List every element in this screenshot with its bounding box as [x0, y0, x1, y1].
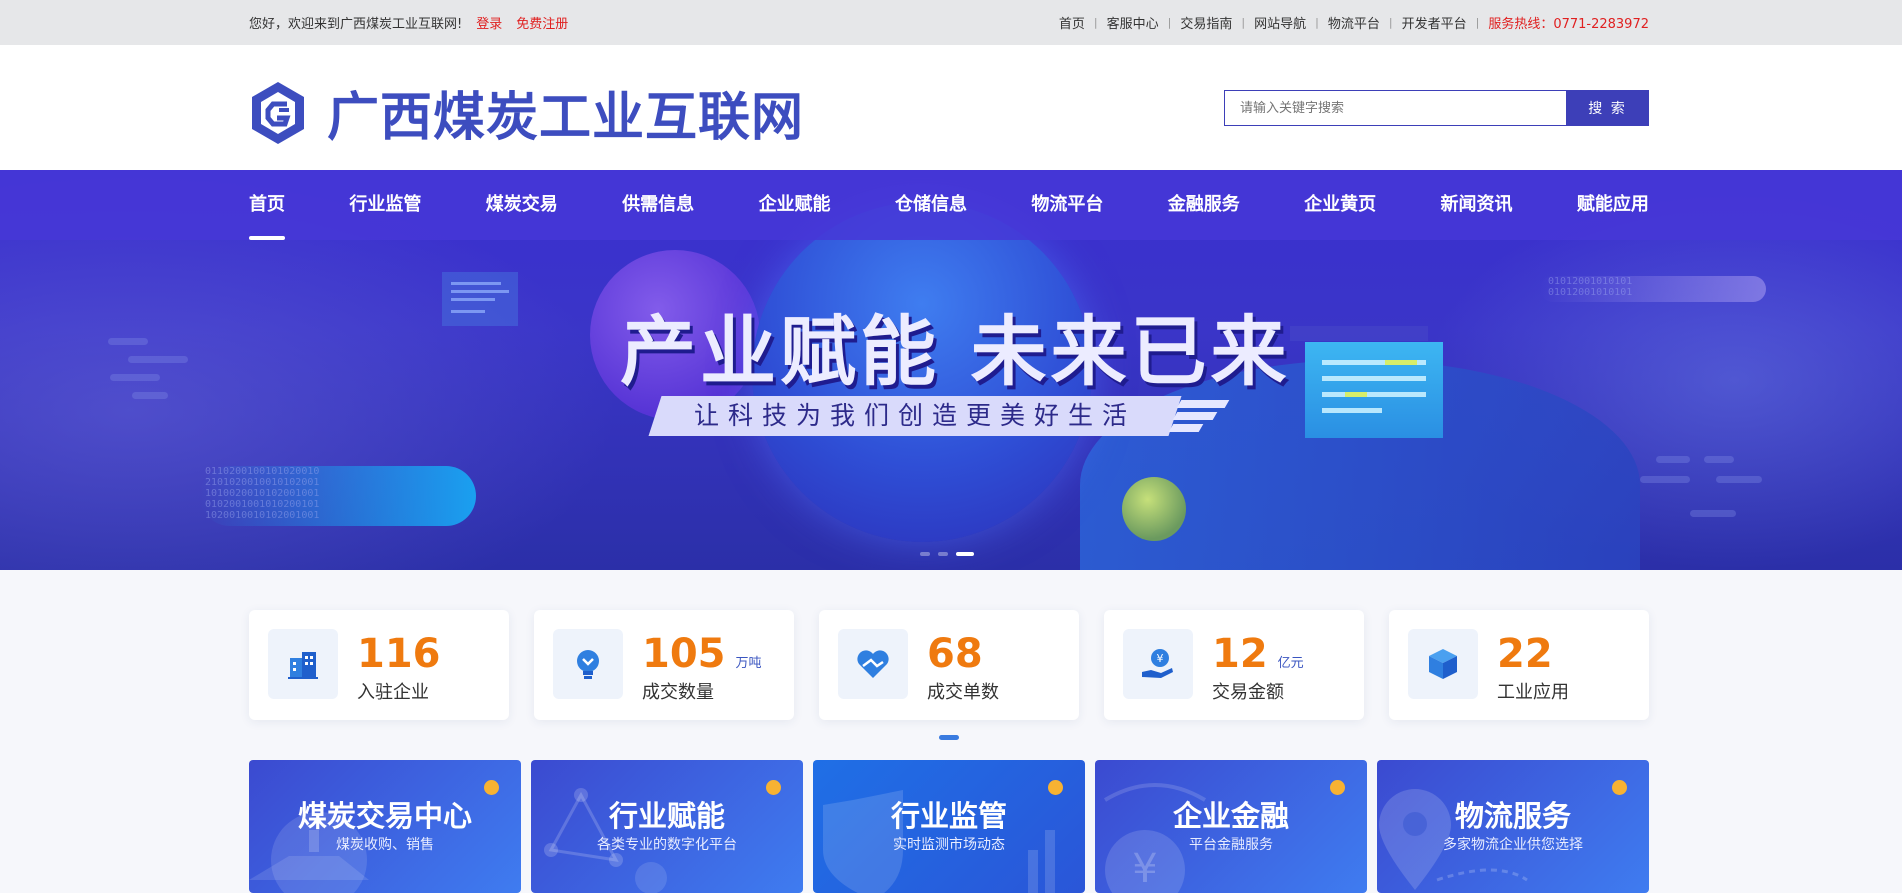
card-title: 行业赋能 [608, 799, 725, 833]
top-links: 首页 | 客服中心 | 交易指南 | 网站导航 | 物流平台 | 开发者平台 | 服务热线：… [1059, 13, 1649, 32]
search-button[interactable]: 搜 索 [1566, 90, 1649, 126]
top-link-logistics[interactable]: 物流平台 [1328, 13, 1380, 32]
stat-value: 68 [927, 631, 983, 677]
stat-label: 工业应用 [1497, 682, 1569, 703]
welcome-text: 您好，欢迎来到广西煤炭工业互联网! [249, 17, 463, 32]
card-subtitle: 煤炭收购、销售 [336, 837, 434, 853]
stat-label: 成交单数 [927, 682, 999, 703]
nav-item-yellow-pages[interactable]: 企业黄页 [1304, 170, 1376, 240]
card-subtitle: 各类专业的数字化平台 [597, 837, 737, 853]
stat-card: 116 入驻企业 [249, 610, 509, 720]
nav-item-warehouse[interactable]: 仓储信息 [895, 170, 967, 240]
card-industry-empower[interactable]: 行业赋能 各类专业的数字化平台 [531, 760, 803, 893]
lightbulb-icon [553, 629, 623, 699]
top-link-developer[interactable]: 开发者平台 [1402, 13, 1467, 32]
hero-banner[interactable]: 0110200100101020010 2101020010010102001 10… [0, 170, 1902, 570]
top-bar: 您好，欢迎来到广西煤炭工业互联网! 登录 免费注册 首页 | 客服中心 | 交易指南… [0, 0, 1902, 45]
search-box: 搜 索 [1224, 90, 1649, 126]
nav-item-regulation[interactable]: 行业监管 [349, 170, 421, 240]
banner-data-panel [1305, 342, 1443, 438]
register-link[interactable]: 免费注册 [516, 13, 568, 32]
nav-item-finance[interactable]: 金融服务 [1168, 170, 1240, 240]
building-icon [268, 629, 338, 699]
card-subtitle: 多家物流企业供您选择 [1443, 837, 1583, 853]
stats-indicator [939, 735, 959, 740]
stat-value: 12 [1212, 631, 1268, 677]
stat-value: 22 [1497, 631, 1553, 677]
card-enterprise-finance[interactable]: ¥ 企业金融 平台金融服务 [1095, 760, 1367, 893]
site-header: 广西煤炭工业互联网 搜 索 [0, 45, 1902, 170]
card-industry-regulation[interactable]: 行业监管 实时监测市场动态 [813, 760, 1085, 893]
stat-unit: 万吨 [735, 656, 762, 671]
nav-item-applications[interactable]: 赋能应用 [1577, 170, 1649, 240]
card-coal-trade-center[interactable]: 煤炭交易中心 煤炭收购、销售 [249, 760, 521, 893]
banner-title: 产业赋能 未来已来 [620, 307, 1291, 396]
top-link-home[interactable]: 首页 [1059, 13, 1085, 32]
carousel-dot[interactable] [920, 552, 930, 556]
main-nav: 首页 行业监管 煤炭交易 供需信息 企业赋能 仓储信息 物流平台 金融服务 企业… [0, 170, 1902, 240]
top-link-service[interactable]: 客服中心 [1107, 13, 1159, 32]
banner-green-sphere [1122, 477, 1186, 541]
nav-item-supply-demand[interactable]: 供需信息 [622, 170, 694, 240]
site-logo[interactable]: 广西煤炭工业互联网 [249, 75, 804, 150]
nav-item-enterprise-empower[interactable]: 企业赋能 [759, 170, 831, 240]
banner-subtitle: 让科技为我们创造更美好生活 [693, 401, 1136, 430]
logo-text: 广西煤炭工业互联网 [327, 88, 805, 148]
handshake-heart-icon [838, 629, 908, 699]
banner-small-panel [442, 272, 518, 326]
login-link[interactable]: 登录 [476, 13, 502, 32]
yuan-hand-icon: ¥ [1123, 629, 1193, 699]
cube-icon [1408, 629, 1478, 699]
top-link-sitemap[interactable]: 网站导航 [1254, 13, 1306, 32]
stat-card: 22 工业应用 [1389, 610, 1649, 720]
banner-binary-decoration: 0110200100101020010 2101020010010102001 10… [205, 466, 320, 521]
nav-item-news[interactable]: 新闻资讯 [1441, 170, 1513, 240]
carousel-dot-active[interactable] [956, 552, 974, 556]
stat-label: 成交数量 [642, 682, 714, 703]
stat-unit: 亿元 [1277, 656, 1304, 671]
stat-card: 105 万吨 成交数量 [534, 610, 794, 720]
card-subtitle: 平台金融服务 [1189, 837, 1273, 853]
stat-value: 116 [357, 631, 441, 677]
card-title: 企业金融 [1172, 799, 1289, 833]
stat-value: 105 [642, 631, 726, 677]
logo-hexagon-icon [252, 81, 304, 144]
card-title: 物流服务 [1454, 799, 1571, 833]
card-title: 行业监管 [890, 799, 1007, 833]
stat-card: ¥ 12 亿元 交易金额 [1104, 610, 1364, 720]
card-title: 煤炭交易中心 [297, 799, 472, 833]
nav-item-coal-trade[interactable]: 煤炭交易 [486, 170, 558, 240]
card-logistics-service[interactable]: 物流服务 多家物流企业供您选择 [1377, 760, 1649, 893]
card-subtitle: 实时监测市场动态 [893, 837, 1005, 853]
stats-row: 116 入驻企业 105 万吨 成交数量 68 成交单数 ¥ 12 亿元 交易金额 … [249, 610, 1649, 720]
stat-card: 68 成交单数 [819, 610, 1079, 720]
carousel-dots [920, 552, 974, 556]
nav-item-home[interactable]: 首页 [249, 170, 285, 240]
banner-subtitle-box: 让科技为我们创造更美好生活 [640, 396, 1230, 442]
top-link-guide[interactable]: 交易指南 [1180, 13, 1232, 32]
svg-text:¥: ¥ [1157, 652, 1164, 665]
hotline-text: 服务热线：0771-2283972 [1488, 17, 1649, 32]
stat-label: 入驻企业 [357, 682, 429, 703]
carousel-dot[interactable] [938, 552, 948, 556]
search-input[interactable] [1224, 90, 1566, 126]
service-cards: 煤炭交易中心 煤炭收购、销售 行业赋能 各类专业的数字化平台 行业监管 实时监测… [249, 760, 1649, 893]
nav-item-logistics[interactable]: 物流平台 [1031, 170, 1103, 240]
stat-label: 交易金额 [1212, 682, 1284, 703]
